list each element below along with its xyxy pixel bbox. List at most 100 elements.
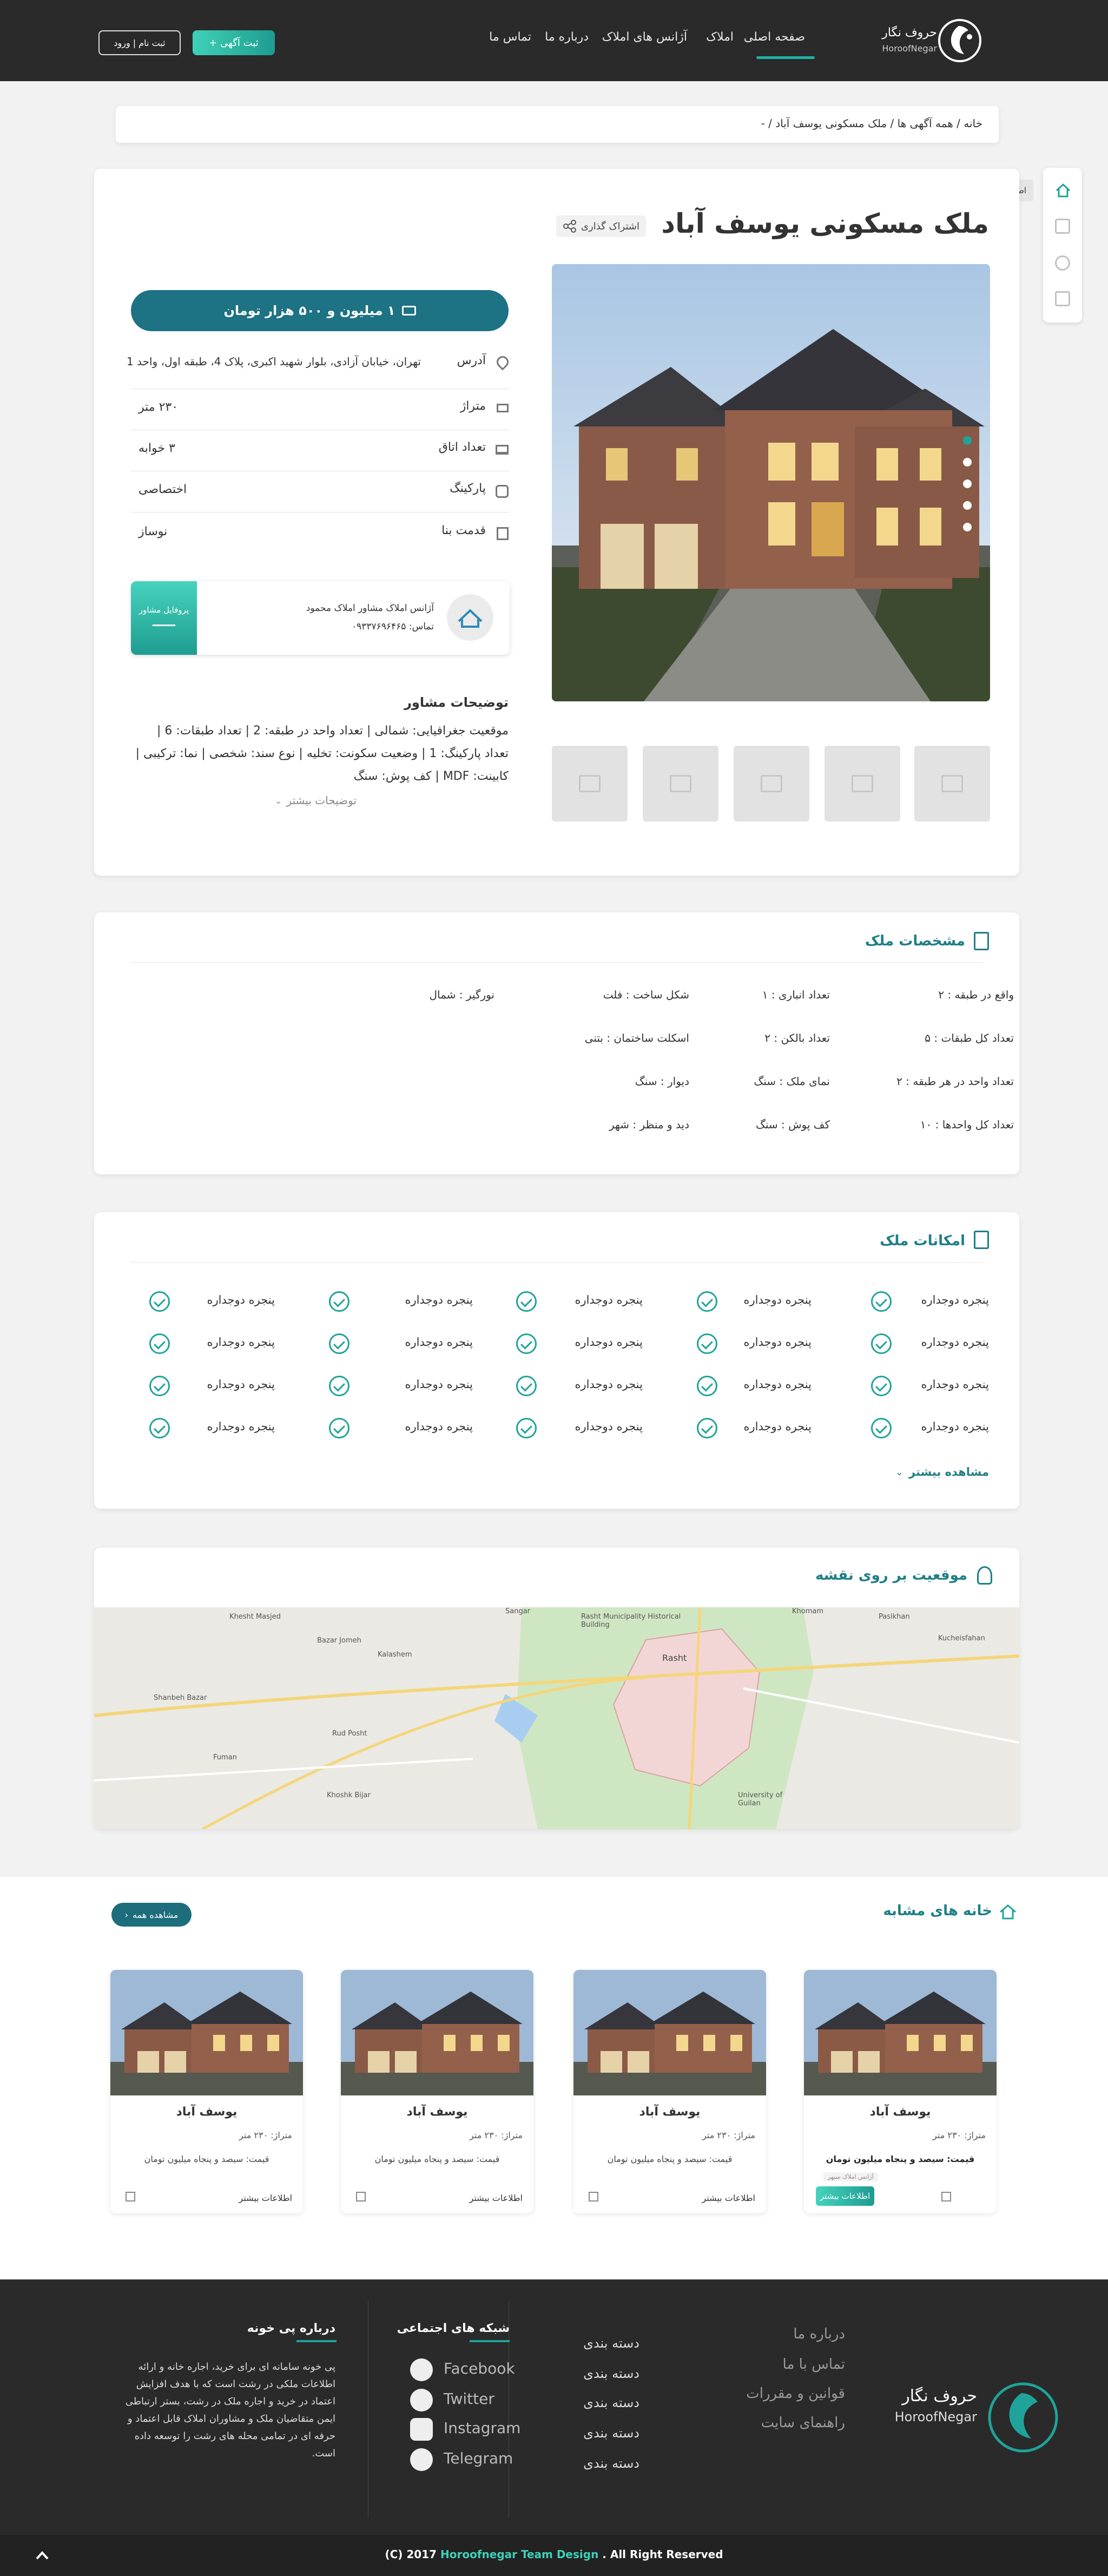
home-icon[interactable] (1055, 183, 1071, 198)
property-name: یوسف آباد (176, 2105, 238, 2119)
property-photo[interactable] (573, 1970, 766, 2095)
brand-name: حروف نگار (882, 26, 937, 40)
photo-thumbnail[interactable] (552, 746, 628, 822)
post-ad-button[interactable]: ثبت آگهی + (193, 30, 275, 55)
main-photo[interactable] (552, 264, 990, 701)
similar-card[interactable]: یوسف آباد متراژ: ۲۳۰ متر قیمت: سیصد و پنجا… (110, 1970, 303, 2213)
building-icon[interactable] (1055, 291, 1070, 306)
footer-link[interactable]: قوانین و مقررات (746, 2386, 845, 2402)
telegram-icon[interactable] (410, 2448, 433, 2471)
feature-label: پنجره دوجداره (575, 1420, 643, 1433)
facebook-icon[interactable] (410, 2358, 433, 2381)
similar-card[interactable]: یوسف آباد متراژ: ۲۳۰ متر قیمت: سیصد و پنجا… (573, 1970, 766, 2213)
more-info-link[interactable]: اطلاعات بیشتر (239, 2193, 292, 2203)
photo-thumbnail[interactable] (825, 746, 900, 822)
footer-category[interactable]: دسته بندی (583, 2395, 639, 2410)
feature-label: پنجره دوجداره (921, 1420, 989, 1433)
copyright: (C) 2017 Horoofnegar Team Design . All R… (0, 2548, 1108, 2561)
price-button[interactable]: ۱ میلیون و ۵۰۰ هزار تومان (131, 290, 509, 331)
property-photo[interactable] (110, 1970, 303, 2095)
check-circle-icon (697, 1291, 717, 1312)
footer-category[interactable]: دسته بندی (583, 2456, 639, 2471)
advisor-title: توضیحات مشاور (404, 695, 509, 710)
property-photo[interactable] (341, 1970, 533, 2095)
photo-thumbnail[interactable] (734, 746, 809, 822)
footer-link[interactable]: درباره ما (793, 2326, 845, 2342)
more-description-link[interactable]: توضیحات بیشتر ⌄ (275, 792, 357, 809)
spec-item: تعداد واحد در هر طبقه : ۲ (896, 1075, 1014, 1088)
slider-dot[interactable] (963, 523, 972, 531)
nav-active-indicator (756, 56, 815, 59)
map-label: Khoshk Bijar (327, 1791, 371, 1799)
site-logo[interactable]: حروف نگار HoroofNegar (878, 18, 985, 63)
photo-thumbnail[interactable] (643, 746, 718, 822)
slider-dot[interactable] (963, 501, 972, 510)
check-circle-icon (149, 1291, 170, 1312)
slider-dot[interactable] (963, 479, 972, 488)
footer-category[interactable]: دسته بندی (583, 2366, 639, 2381)
footer-link[interactable]: راهنمای سایت (761, 2415, 845, 2431)
photo-thumbnail[interactable] (914, 746, 990, 822)
map-label: Rasht (662, 1653, 687, 1663)
user-location-icon[interactable] (1055, 255, 1070, 271)
footer-link[interactable]: تماس با ما (783, 2356, 845, 2373)
share-button[interactable]: اشتراک گذاری (556, 215, 646, 237)
listing-card: ملک مسکونی یوسف آباد اشتراک گذاری ۱ میلی… (94, 169, 1019, 876)
age-value: نوساز (138, 525, 168, 538)
map-label: University of Guilan (738, 1791, 783, 1808)
map-view[interactable]: Rasht Rasht Municipality Historical Buil… (94, 1607, 1019, 1829)
home-icon[interactable] (126, 2192, 135, 2202)
footer-category[interactable]: دسته بندی (583, 2426, 639, 2441)
footer-brand: حروف نگار (902, 2387, 977, 2406)
instagram-icon[interactable] (410, 2418, 433, 2441)
property-photo[interactable] (804, 1970, 997, 2095)
map-card: موقعیت بر روی نقشه Rasht Rasht Municipal… (94, 1548, 1019, 1829)
view-all-button[interactable]: مشاهده همه ‹ (111, 1903, 192, 1927)
more-info-link[interactable]: اطلاعات بیشتر (469, 2193, 523, 2203)
footer-logo[interactable] (986, 2380, 1060, 2455)
more-info-button[interactable]: اطلاعات بیشتر (816, 2186, 874, 2206)
price-label: ۱ میلیون و ۵۰۰ هزار تومان (223, 303, 395, 318)
building-age-icon (497, 527, 509, 540)
image-placeholder-icon (941, 775, 963, 792)
social-telegram[interactable]: Telegram (444, 2449, 513, 2467)
map-label: Bazar Jomeh (317, 1637, 361, 1645)
home-icon[interactable] (589, 2192, 598, 2202)
footer-category[interactable]: دسته بندی (583, 2336, 639, 2351)
agent-phone[interactable]: تماس: ۰۹۳۳۷۶۹۶۴۶۵ (352, 621, 434, 632)
twitter-icon[interactable] (410, 2389, 433, 2411)
agent-profile-button[interactable]: پروفایل مشاور (131, 581, 197, 655)
copyright-team[interactable]: Horoofnegar Team Design (440, 2548, 598, 2561)
nav-properties[interactable]: املاک (706, 30, 734, 44)
feature-label: پنجره دوجداره (405, 1378, 473, 1391)
agency-logo (447, 594, 493, 641)
spec-item: دیوار : سنگ (635, 1075, 689, 1088)
show-more-features[interactable]: مشاهده بیشتر ⌄ (895, 1463, 989, 1481)
about-title: درباره پی خونه (247, 2322, 335, 2335)
feature-label: پنجره دوجداره (575, 1293, 643, 1306)
home-icon[interactable] (356, 2192, 366, 2202)
slider-dot[interactable] (963, 458, 972, 466)
check-circle-icon (871, 1376, 892, 1396)
map-label: Pasikhan (879, 1613, 910, 1621)
similar-card[interactable]: یوسف آباد متراژ: ۲۳۰ متر قیمت: سیصد و پنجا… (804, 1970, 997, 2213)
social-instagram[interactable]: Instagram (444, 2419, 520, 2437)
share-label: اشتراک گذاری (581, 220, 639, 232)
breadcrumb[interactable]: خانه / همه آگهی ها / ملک مسکونی یوسف آبا… (761, 117, 982, 130)
home-icon[interactable] (941, 2192, 951, 2202)
check-circle-icon (697, 1333, 717, 1354)
check-circle-icon (516, 1418, 537, 1438)
social-twitter[interactable]: Twitter (444, 2390, 494, 2408)
check-circle-icon (329, 1333, 349, 1354)
social-facebook[interactable]: Facebook (444, 2360, 515, 2377)
document-icon[interactable] (1055, 219, 1070, 234)
nav-about[interactable]: درباره ما (545, 30, 589, 44)
nav-contact[interactable]: تماس ما (489, 30, 531, 44)
nav-home[interactable]: صفحه اصلی (744, 30, 805, 44)
slider-dot-active[interactable] (963, 436, 972, 445)
more-info-link[interactable]: اطلاعات بیشتر (702, 2193, 755, 2203)
similar-card[interactable]: یوسف آباد متراژ: ۲۳۰ متر قیمت: سیصد و پنجا… (341, 1970, 533, 2213)
nav-agencies[interactable]: آژانس های املاک (602, 30, 687, 44)
underline (470, 2340, 510, 2342)
login-register-button[interactable]: ثبت نام | ورود (98, 30, 181, 55)
